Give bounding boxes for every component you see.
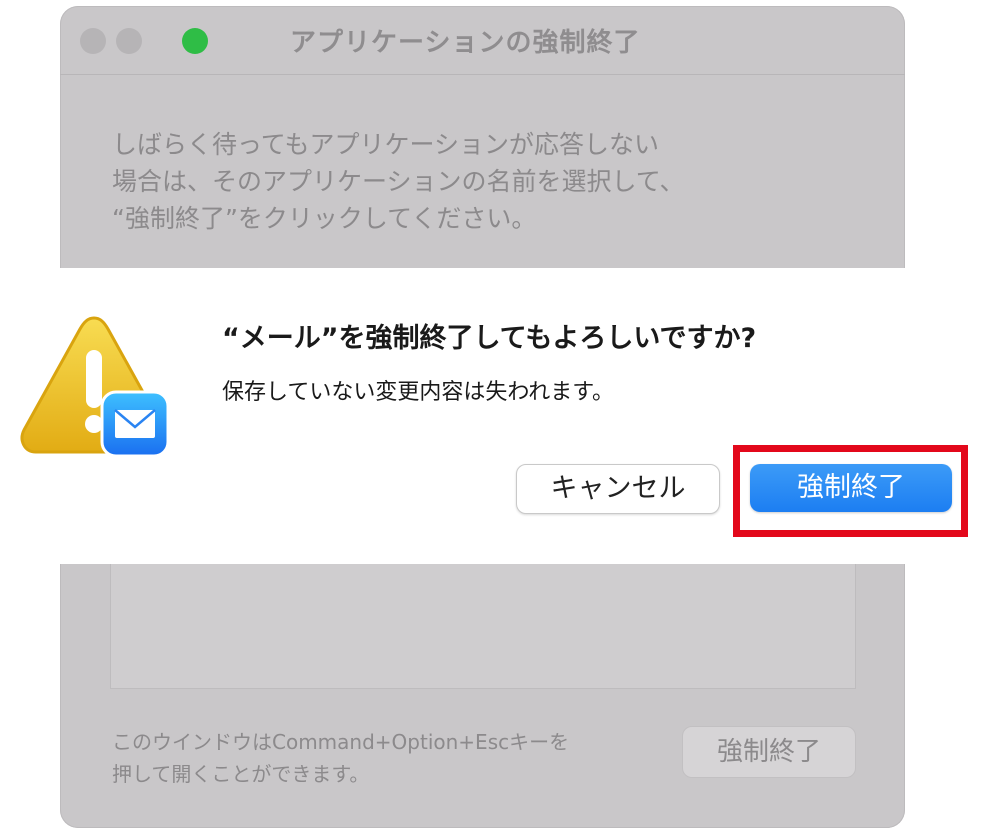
- shortcut-hint-line: 押して開くことができます。: [112, 762, 370, 786]
- alert-title: “メール”を強制終了してもよろしいですか?: [222, 323, 757, 354]
- mail-icon: [100, 390, 170, 458]
- warning-icon: [20, 316, 170, 458]
- instructions-line: “強制終了”をクリックしてください。: [112, 204, 537, 233]
- window-force-quit-button[interactable]: 強制終了: [682, 726, 856, 778]
- window-title: アプリケーションの強制終了: [290, 28, 641, 58]
- highlight-annotation: [733, 445, 968, 537]
- zoom-button[interactable]: [182, 28, 208, 54]
- title-bar: アプリケーションの強制終了: [60, 6, 905, 75]
- application-list[interactable]: [110, 561, 856, 689]
- shortcut-hint-line: このウインドウはCommand+Option+Escキーを: [112, 730, 570, 754]
- instructions-text: しばらく待ってもアプリケーションが応答しない 場合は、そのアプリケーションの名前…: [112, 126, 832, 237]
- close-button[interactable]: [80, 28, 106, 54]
- minimize-button[interactable]: [116, 28, 142, 54]
- instructions-line: しばらく待ってもアプリケーションが応答しない: [112, 130, 660, 159]
- shortcut-hint: このウインドウはCommand+Option+Escキーを 押して開くことができ…: [112, 726, 672, 790]
- instructions-line: 場合は、そのアプリケーションの名前を選択して、: [112, 167, 685, 196]
- alert-message: 保存していない変更内容は失われます。: [222, 380, 615, 405]
- cancel-button[interactable]: キャンセル: [516, 464, 720, 514]
